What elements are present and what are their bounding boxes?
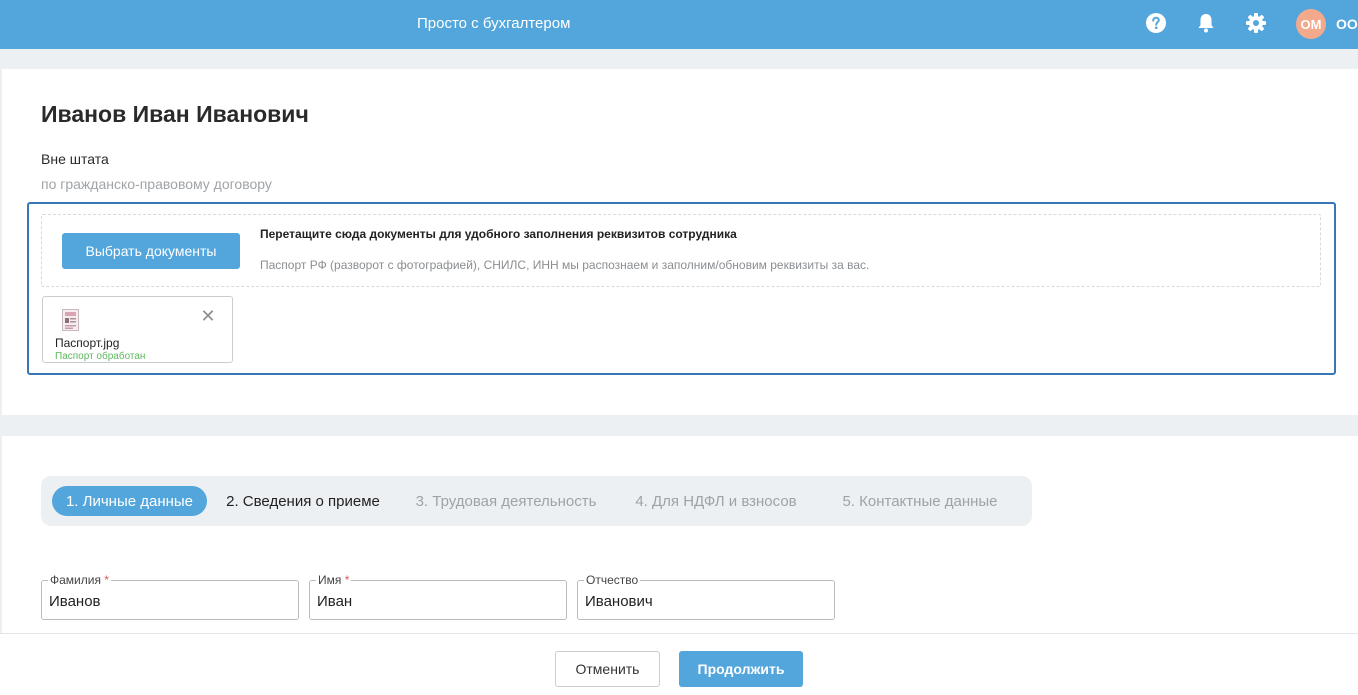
tab-hiring-info[interactable]: 2. Сведения о приеме: [219, 486, 387, 516]
gear-icon[interactable]: [1245, 12, 1267, 34]
first-name-label: Имя *: [316, 573, 352, 587]
dropzone-title: Перетащите сюда документы для удобного з…: [260, 227, 737, 241]
bell-icon[interactable]: [1195, 12, 1217, 34]
tab-work-history[interactable]: 3. Трудовая деятельность: [409, 486, 603, 516]
required-mark: *: [104, 573, 109, 587]
uploaded-file-card[interactable]: ✕ Паспорт.jpg Паспорт обработан: [42, 296, 233, 363]
tab-contact-data[interactable]: 5. Контактные данные: [828, 486, 1012, 516]
last-name-field[interactable]: Фамилия * Иванов: [41, 573, 299, 620]
avatar[interactable]: ОМ: [1296, 9, 1326, 39]
file-status: Паспорт обработан: [55, 351, 146, 362]
help-icon[interactable]: [1145, 12, 1167, 34]
image-file-icon: [62, 309, 79, 331]
employee-card: Иванов Иван Иванович Вне штата по гражда…: [2, 69, 1358, 415]
continue-button[interactable]: Продолжить: [679, 651, 803, 687]
first-name-field[interactable]: Имя * Иван: [309, 573, 567, 620]
last-name-value[interactable]: Иванов: [49, 593, 101, 610]
choose-documents-button[interactable]: Выбрать документы: [62, 233, 240, 269]
patronymic-value[interactable]: Иванович: [585, 593, 653, 610]
patronymic-field[interactable]: Отчество Иванович: [577, 573, 835, 620]
contract-type: по гражданско-правовому договору: [41, 176, 272, 192]
organization-name[interactable]: ОО: [1336, 16, 1358, 32]
cancel-button[interactable]: Отменить: [555, 651, 660, 687]
app-title[interactable]: Просто с бухгалтером: [417, 15, 570, 32]
remove-file-icon[interactable]: ✕: [200, 307, 216, 325]
top-bar: Просто с бухгалтером ОМ ОО: [0, 0, 1358, 49]
employment-status: Вне штата: [41, 151, 109, 167]
document-upload-area[interactable]: Выбрать документы Перетащите сюда докуме…: [27, 202, 1336, 375]
required-mark: *: [344, 573, 350, 587]
step-tabs: 1. Личные данные 2. Сведения о приеме 3.…: [41, 476, 1032, 526]
tab-personal-data[interactable]: 1. Личные данные: [52, 486, 207, 516]
dropzone-subtitle: Паспорт РФ (разворот с фотографией), СНИ…: [260, 258, 870, 272]
dropzone[interactable]: Выбрать документы Перетащите сюда докуме…: [41, 214, 1321, 287]
first-name-value[interactable]: Иван: [317, 593, 352, 610]
patronymic-label: Отчество: [584, 573, 641, 587]
footer-bar: Отменить Продолжить: [0, 633, 1358, 695]
last-name-label: Фамилия *: [48, 573, 111, 587]
file-name: Паспорт.jpg: [55, 336, 120, 350]
tab-ndfl-contributions[interactable]: 4. Для НДФЛ и взносов: [626, 486, 806, 516]
employee-name: Иванов Иван Иванович: [41, 101, 309, 127]
